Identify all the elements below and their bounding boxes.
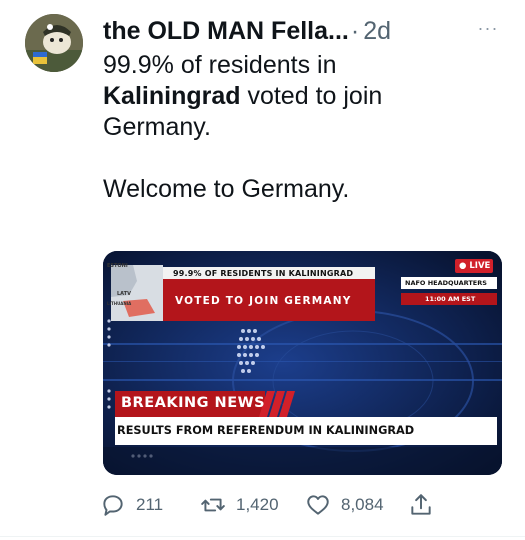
reply-button[interactable]: 211 [100,490,163,520]
headline-top: 99.9% OF RESIDENTS IN KALININGRAD [173,269,354,278]
headline-main: VOTED TO JOIN GERMANY [175,295,352,307]
retweet-button[interactable]: 1,420 [200,490,279,520]
map-label-lithuania: LITHUANIA [107,301,132,306]
timestamp[interactable]: 2d [363,17,391,45]
source-label: NAFO HEADQUARTERS [405,279,487,287]
like-icon [307,495,329,515]
avatar-image [25,14,83,72]
ticker-text: RESULTS FROM REFERENDUM IN KALININGRAD [117,424,415,437]
tweet-text-rest: voted to join [240,82,383,110]
breaking-news-label: BREAKING NEWS [121,395,266,411]
more-options-icon[interactable]: ··· [472,18,504,38]
share-icon [411,494,431,515]
share-button[interactable] [408,490,444,520]
like-button[interactable]: 8,084 [305,490,384,520]
reply-count: 211 [136,495,164,514]
reply-icon [103,495,123,516]
avatar[interactable] [25,14,83,72]
retweet-icon [201,498,225,512]
like-count: 8,084 [341,495,384,514]
tweet-text-bold: Kaliningrad [103,82,241,110]
separator-dot: · [350,17,360,45]
author-name[interactable]: the OLD MAN Fella... [103,17,349,45]
divider [0,536,525,537]
retweet-count: 1,420 [236,495,279,514]
tweet-text-line: 99.9% of residents in [103,51,337,79]
tweet-text-line: Welcome to Germany. [103,175,350,203]
tweet-text-line: Germany. [103,113,211,141]
map-label-estonia: ESTONI [107,263,128,269]
broadcast-time: 11:00 AM EST [425,295,476,303]
media-image[interactable]: ESTONI LATV LITHUANIA 99.9% OF RESIDENTS… [103,251,502,475]
live-badge: ● LIVE [459,261,491,271]
map-label-latvia: LATV [117,291,131,297]
tweet-header: the OLD MAN Fella...· 2d [103,14,465,48]
tweet-text-line: Kaliningrad voted to join [103,81,503,112]
tweet-text: 99.9% of residents in Kaliningrad voted … [103,50,503,205]
tweet-actions: 211 1,420 8,084 [100,490,440,520]
